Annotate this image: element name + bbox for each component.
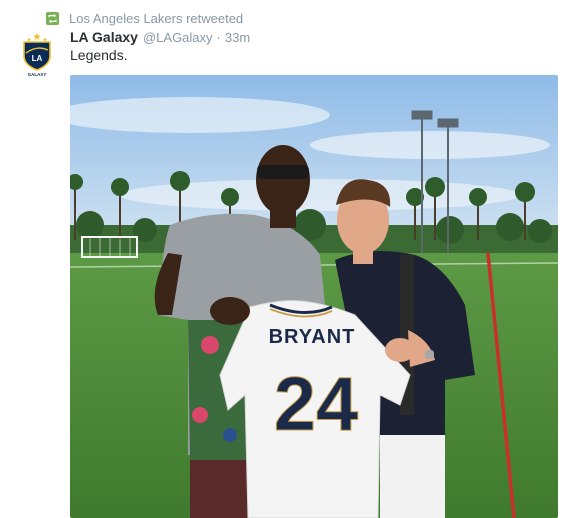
- retweet-text[interactable]: Los Angeles Lakers retweeted: [69, 11, 243, 26]
- avatar[interactable]: LA GALAXY: [19, 32, 55, 78]
- tweet: Los Angeles Lakers retweeted LA GALAXY L…: [0, 0, 570, 518]
- jersey-name: BRYANT: [269, 326, 356, 348]
- tweet-photo[interactable]: BRYANT 24: [70, 75, 558, 518]
- photo-scene: BRYANT 24: [70, 75, 558, 518]
- avatar-logo-subtext: GALAXY: [28, 72, 47, 77]
- tweet-header: LA Galaxy @LAGalaxy · 33m: [70, 29, 250, 45]
- avatar-logo-text: LA: [32, 54, 43, 63]
- tweet-text: Legends.: [70, 47, 128, 63]
- author-handle[interactable]: @LAGalaxy: [143, 30, 213, 45]
- jersey-number: 24: [274, 362, 359, 447]
- tweet-timestamp[interactable]: 33m: [225, 30, 250, 45]
- header-separator: ·: [216, 30, 221, 45]
- retweet-context: Los Angeles Lakers retweeted: [46, 9, 243, 27]
- la-galaxy-logo: LA GALAXY: [23, 33, 51, 77]
- author-name[interactable]: LA Galaxy: [70, 29, 138, 45]
- retweet-icon: [46, 11, 59, 25]
